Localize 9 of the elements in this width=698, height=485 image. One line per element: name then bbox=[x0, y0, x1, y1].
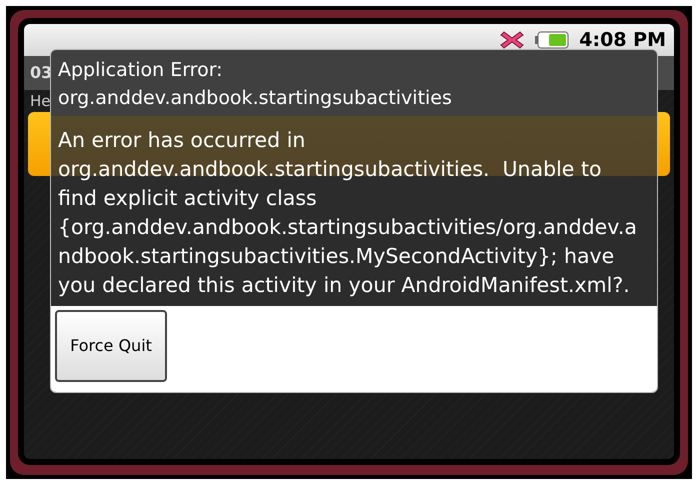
error-message: An error has occurred in org.anddev.andbook.startingsubactivities. Unable to find explicit activity class {org.anddev.andbook.startingsubactivities/org.anddev.andbook.startingsubactivities.MySecondActivity}; have you declared this activity in your AndroidManifest.xml?. bbox=[58, 127, 638, 299]
dialog-title: Application Error: bbox=[58, 58, 224, 83]
battery-icon bbox=[535, 31, 570, 49]
app-title: 03 bbox=[30, 62, 52, 84]
force-quit-button[interactable]: Force Quit bbox=[55, 310, 167, 382]
close-icon bbox=[499, 29, 526, 51]
dialog-subtitle: org.anddev.andbook.startingsubactivities bbox=[58, 86, 453, 111]
clock-time: 4:08 PM bbox=[579, 28, 666, 53]
app-text: He bbox=[30, 90, 51, 112]
